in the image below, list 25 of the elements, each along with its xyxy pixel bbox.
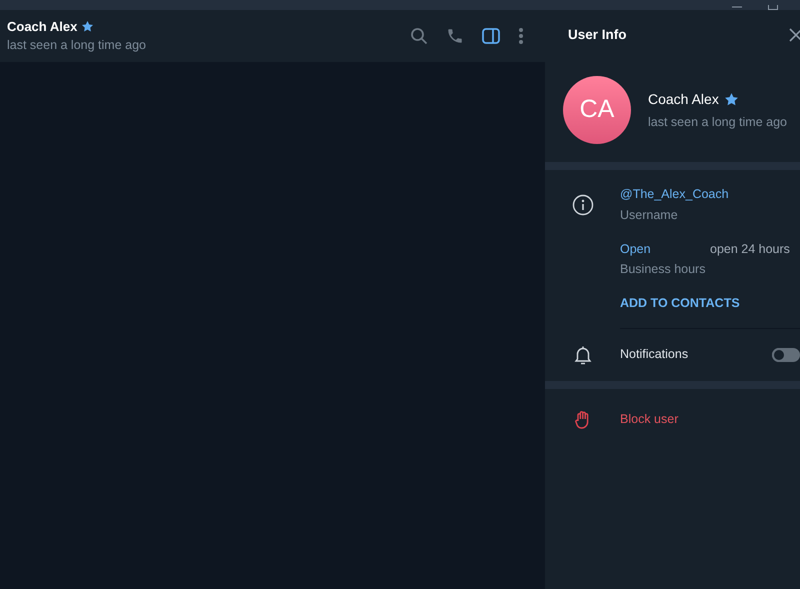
hand-icon: [574, 410, 592, 430]
notifications-label: Notifications: [620, 346, 690, 364]
more-icon[interactable]: [518, 27, 524, 45]
notifications-toggle[interactable]: [772, 348, 800, 362]
block-user-button[interactable]: Block user: [620, 410, 678, 430]
username-label: Username: [620, 206, 679, 224]
search-icon[interactable]: [410, 27, 428, 45]
hours-value: open 24 hours: [710, 240, 790, 258]
sidebar-toggle-icon[interactable]: [482, 28, 500, 44]
hours-status[interactable]: Open: [620, 240, 710, 258]
chat-status: last seen a long time ago: [7, 37, 147, 54]
bell-icon: [574, 344, 592, 365]
panel-title: User Info: [568, 26, 627, 44]
avatar: CA: [563, 76, 631, 144]
profile-name: Coach Alex: [648, 90, 719, 109]
minimize-icon[interactable]: [732, 6, 742, 10]
phone-icon[interactable]: [446, 27, 464, 45]
add-to-contacts-button[interactable]: ADD TO CONTACTS: [620, 294, 800, 313]
close-icon[interactable]: [788, 28, 800, 42]
profile-status: last seen a long time ago: [648, 114, 787, 131]
username-link[interactable]: @The_Alex_Coach: [620, 185, 800, 204]
info-icon: [572, 194, 594, 216]
chat-name: Coach Alex: [7, 18, 78, 36]
maximize-icon[interactable]: [768, 5, 778, 10]
hours-label: Business hours: [620, 261, 706, 278]
